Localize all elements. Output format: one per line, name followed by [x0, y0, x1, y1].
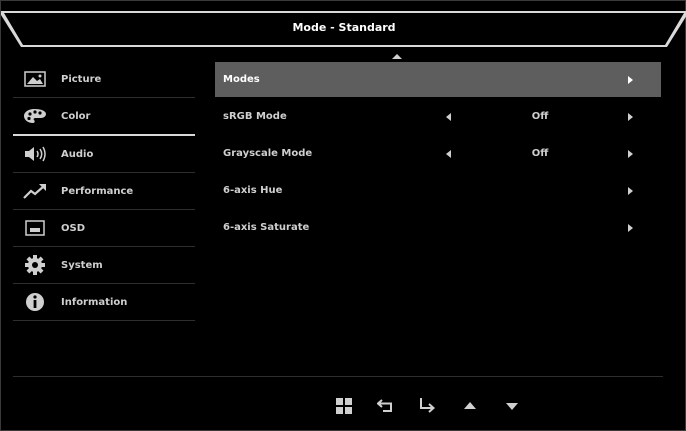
- chevron-right-icon[interactable]: [628, 149, 633, 158]
- sidebar-item-label: Information: [61, 296, 128, 308]
- setting-row-srgb-mode[interactable]: sRGB Mode Off: [215, 99, 661, 134]
- scroll-up-indicator-icon: [392, 54, 402, 59]
- setting-label: Grayscale Mode: [223, 148, 313, 159]
- setting-row-6-axis-hue[interactable]: 6-axis Hue: [215, 173, 661, 208]
- setting-row-modes[interactable]: Modes: [215, 62, 661, 97]
- chevron-right-icon[interactable]: [628, 112, 633, 121]
- sidebar: Picture Color Audio Performance OSD Syst…: [13, 61, 195, 321]
- setting-row-grayscale-mode[interactable]: Grayscale Mode Off: [215, 136, 661, 171]
- page-title: Mode - Standard: [292, 21, 396, 34]
- sidebar-item-label: Performance: [61, 185, 134, 197]
- sidebar-item-color[interactable]: Color: [13, 98, 195, 136]
- sidebar-item-label: System: [61, 259, 103, 271]
- setting-label: sRGB Mode: [223, 111, 287, 122]
- setting-value: Off: [531, 111, 549, 122]
- sidebar-item-performance[interactable]: Performance: [13, 173, 195, 210]
- info-icon: [21, 292, 49, 312]
- sidebar-item-label: Color: [61, 110, 91, 122]
- sidebar-item-label: Audio: [61, 148, 94, 160]
- sidebar-item-label: Picture: [61, 73, 102, 85]
- setting-label: 6-axis Saturate: [223, 222, 310, 233]
- sidebar-item-osd[interactable]: OSD: [13, 210, 195, 247]
- sidebar-item-information[interactable]: Information: [13, 284, 195, 321]
- down-icon[interactable]: [500, 394, 524, 418]
- chevron-left-icon[interactable]: [446, 149, 451, 158]
- monitor-osd-menu: Mode - Standard Picture Color Audio Perf…: [0, 0, 686, 431]
- up-icon[interactable]: [458, 394, 482, 418]
- settings-list: Modes sRGB Mode Off Grayscale Mode Off 6…: [215, 62, 661, 245]
- setting-value: Off: [531, 148, 549, 159]
- setting-label: 6-axis Hue: [223, 185, 283, 196]
- footer-controls: [1, 394, 686, 420]
- enter-icon[interactable]: [415, 394, 439, 418]
- chevron-right-icon[interactable]: [628, 223, 633, 232]
- setting-row-6-axis-saturate[interactable]: 6-axis Saturate: [215, 210, 661, 245]
- footer-divider: [13, 376, 663, 377]
- sidebar-item-label: OSD: [61, 222, 86, 234]
- sidebar-item-audio[interactable]: Audio: [13, 136, 195, 173]
- header-bar: Mode - Standard: [1, 11, 686, 47]
- back-icon[interactable]: [374, 394, 398, 418]
- sidebar-item-system[interactable]: System: [13, 247, 195, 284]
- sidebar-item-picture[interactable]: Picture: [13, 61, 195, 98]
- speaker-icon: [21, 144, 49, 164]
- osd-window-icon: [21, 218, 49, 238]
- picture-icon: [21, 69, 49, 89]
- trend-up-icon: [21, 181, 49, 201]
- palette-icon: [21, 106, 49, 126]
- menu-grid-icon[interactable]: [332, 394, 356, 418]
- chevron-left-icon[interactable]: [446, 112, 451, 121]
- setting-label: Modes: [223, 74, 260, 85]
- chevron-right-icon[interactable]: [628, 75, 633, 84]
- gear-icon: [21, 255, 49, 275]
- chevron-right-icon[interactable]: [628, 186, 633, 195]
